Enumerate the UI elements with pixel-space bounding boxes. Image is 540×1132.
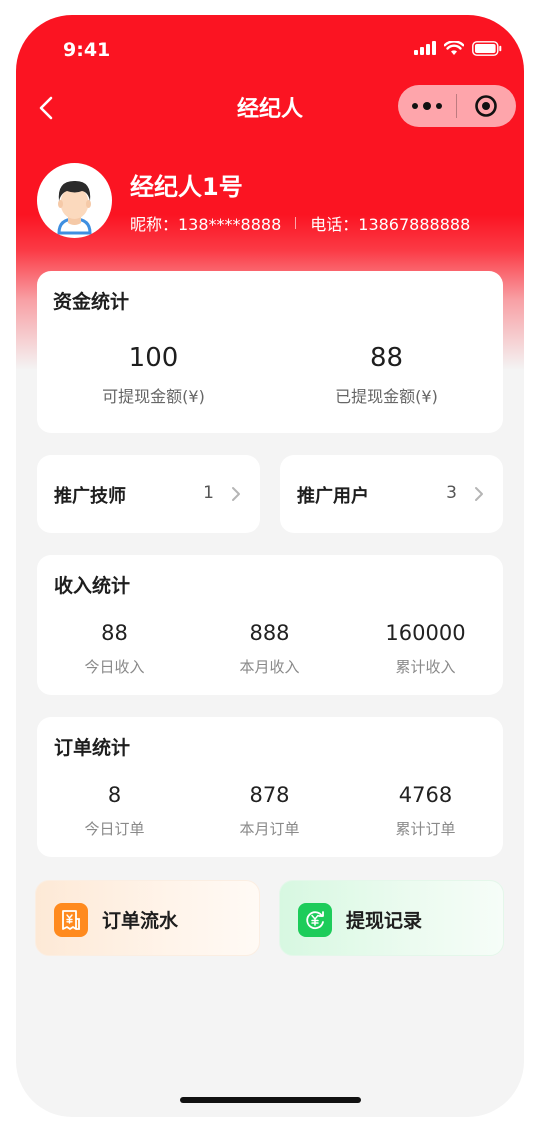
user-avatar-icon (57, 180, 92, 235)
total-orders-value: 4768 (398, 783, 453, 807)
promoted-users-count: 3 (446, 483, 457, 503)
status-time: 9:41 (63, 39, 111, 61)
profile-phone: 电话：13867888888 (310, 215, 471, 234)
withdraw-records-button[interactable]: 提现记录 (279, 880, 504, 956)
home-indicator (180, 1097, 361, 1103)
month-orders-value: 878 (249, 783, 290, 807)
today-income-value: 88 (101, 621, 128, 645)
withdrawable-label: 可提现金额(¥) (102, 387, 205, 406)
order-stats-title: 订单统计 (54, 737, 131, 759)
battery-icon (472, 40, 502, 56)
phone-screen: 9:41 经纪人 经纪人1号 昵称：138****8888 电话：1386788… (16, 15, 524, 1117)
withdrawable-amount: 100 可提现金额(¥) (37, 343, 270, 407)
today-orders-label: 今日订单 (84, 820, 145, 838)
withdrawable-value: 100 (128, 343, 179, 373)
avatar[interactable] (37, 163, 112, 238)
dot-icon (412, 103, 418, 109)
dot-icon (423, 102, 431, 110)
total-income: 160000 累计收入 (348, 621, 503, 677)
promoted-users-label: 推广用户 (297, 486, 369, 507)
miniprogram-capsule (398, 85, 516, 127)
order-stats-card: 订单统计 8 今日订单 878 本月订单 4768 累计订单 (37, 717, 503, 857)
dot-icon (436, 103, 442, 109)
close-miniprogram-button[interactable] (457, 85, 515, 127)
withdrawn-value: 88 (369, 343, 404, 373)
promoted-technicians-button[interactable]: 推广技师 1 (37, 455, 260, 533)
profile-meta: 昵称：138****8888 电话：13867888888 (130, 211, 470, 235)
today-income-label: 今日收入 (84, 658, 145, 676)
total-orders-label: 累计订单 (395, 820, 456, 838)
withdrawn-amount: 88 已提现金额(¥) (270, 343, 503, 407)
order-flow-label: 订单流水 (102, 910, 179, 932)
meta-divider (295, 217, 297, 229)
fund-stats-title: 资金统计 (53, 291, 130, 313)
income-stats-card: 收入统计 88 今日收入 888 本月收入 160000 累计收入 (37, 555, 503, 695)
today-orders-value: 8 (107, 783, 122, 807)
month-orders: 878 本月订单 (192, 783, 347, 839)
withdrawn-label: 已提现金额(¥) (335, 387, 438, 406)
withdraw-records-label: 提现记录 (346, 910, 423, 932)
today-income: 88 今日收入 (37, 621, 192, 677)
wifi-icon (444, 40, 464, 55)
chevron-right-icon (475, 487, 483, 501)
promoted-users-button[interactable]: 推广用户 3 (280, 455, 503, 533)
profile-name: 经纪人1号 (130, 173, 243, 201)
month-income-value: 888 (249, 621, 290, 645)
chevron-right-icon (232, 487, 240, 501)
income-stats-title: 收入统计 (54, 575, 131, 597)
month-orders-label: 本月订单 (239, 820, 300, 838)
yuan-exchange-icon (298, 903, 332, 937)
month-income-label: 本月收入 (239, 658, 300, 676)
order-flow-button[interactable]: 订单流水 (35, 880, 260, 956)
month-income: 888 本月收入 (192, 621, 347, 677)
status-icons (414, 39, 502, 57)
profile-nickname: 昵称：138****8888 (130, 215, 282, 234)
more-button[interactable] (398, 85, 456, 127)
total-orders: 4768 累计订单 (348, 783, 503, 839)
receipt-icon (54, 903, 88, 937)
total-income-label: 累计收入 (395, 658, 456, 676)
signal-icon (414, 41, 436, 55)
promoted-technicians-count: 1 (203, 483, 214, 503)
promoted-technicians-label: 推广技师 (54, 486, 126, 507)
total-income-value: 160000 (385, 621, 466, 645)
target-icon (475, 95, 497, 117)
today-orders: 8 今日订单 (37, 783, 192, 839)
